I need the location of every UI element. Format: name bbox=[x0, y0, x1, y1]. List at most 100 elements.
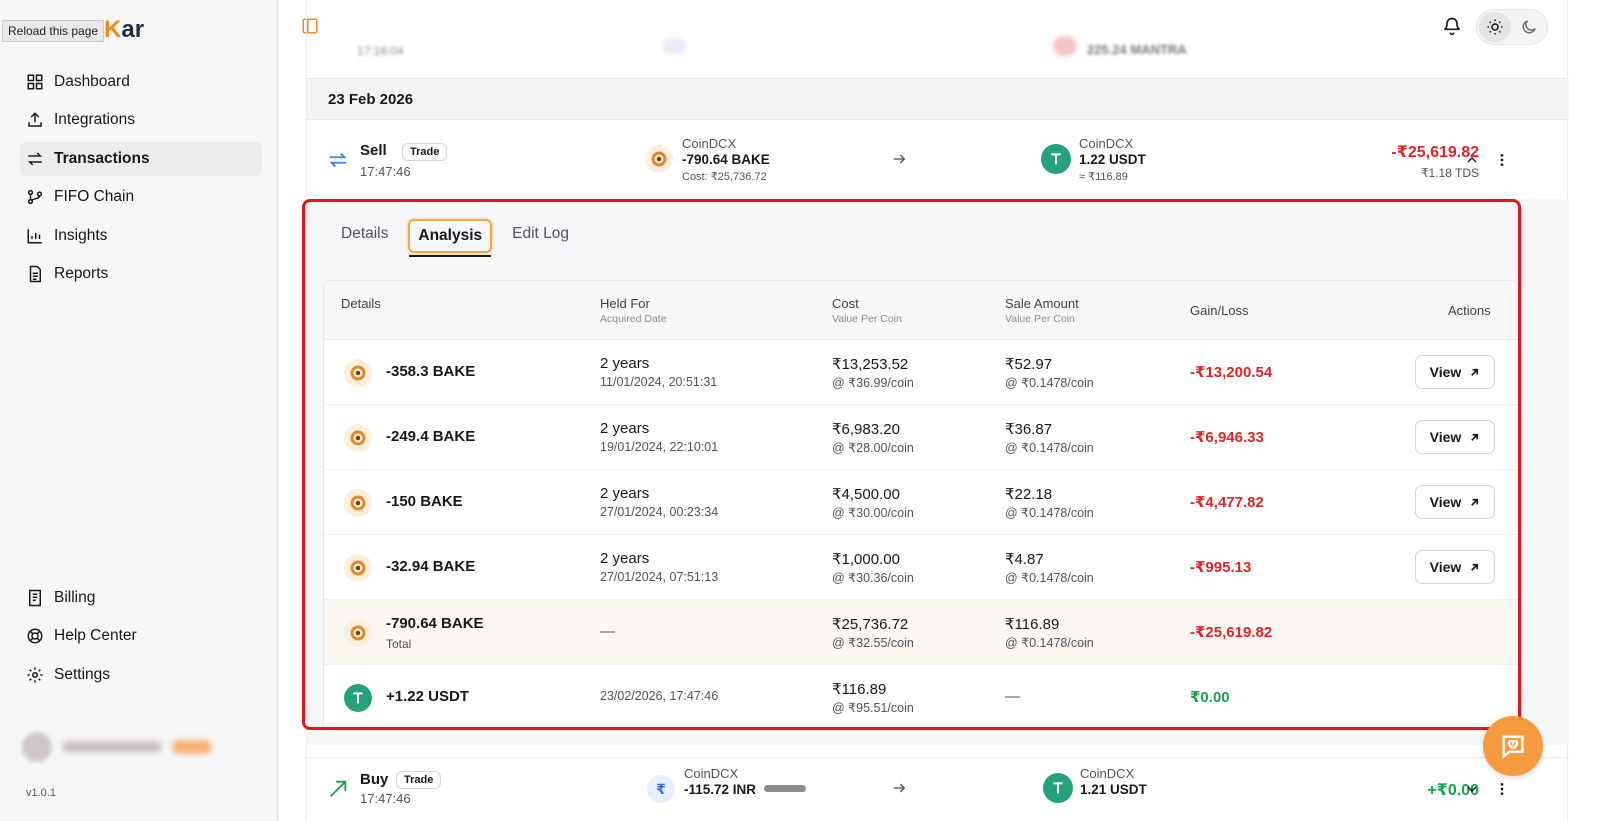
table-header: Details Held For Acquired Date Cost Valu… bbox=[324, 281, 1518, 340]
to-amount: 1.21 USDT bbox=[1080, 782, 1147, 797]
table-row-usdt: +1.22 USDT 23/02/2026, 17:47:46 ₹116.89 … bbox=[324, 665, 1518, 730]
tab-analysis[interactable]: Analysis bbox=[408, 219, 493, 257]
inr-coin-icon: ₹ bbox=[647, 775, 675, 803]
scroll-indicator[interactable] bbox=[764, 785, 806, 792]
sidebar-item-dashboard[interactable]: Dashboard bbox=[20, 65, 262, 99]
sidebar-item-integrations[interactable]: Integrations bbox=[20, 103, 262, 137]
bake-coin-icon bbox=[344, 619, 372, 647]
user-name-blurred bbox=[62, 741, 162, 753]
plan-badge-blurred bbox=[172, 740, 212, 754]
sidebar-item-label: Billing bbox=[54, 589, 96, 606]
user-profile-card[interactable] bbox=[22, 724, 258, 770]
sidebar-item-label: Reports bbox=[54, 265, 109, 282]
transaction-row-buy[interactable]: Buy Trade 17:47:46 ₹ CoinDCX -115.72 INR… bbox=[307, 757, 1569, 821]
app-logo[interactable]: Kar bbox=[104, 16, 144, 44]
table-row: -249.4 BAKE 2 years 19/01/2024, 22:10:01… bbox=[324, 405, 1518, 470]
sidebar-item-fifo-chain[interactable]: FIFO Chain bbox=[20, 180, 262, 214]
trend-up-icon bbox=[330, 780, 347, 797]
chat-support-button[interactable] bbox=[1483, 716, 1543, 776]
arrow-right-icon bbox=[893, 783, 906, 793]
external-arrow-icon bbox=[1471, 368, 1479, 376]
from-cost: Cost: ₹25,736.72 bbox=[682, 171, 767, 183]
external-arrow-icon bbox=[1471, 563, 1479, 571]
coin-icon bbox=[662, 38, 686, 54]
table-row: -358.3 BAKE 2 years 11/01/2024, 20:51:31… bbox=[324, 340, 1518, 405]
tab-details[interactable]: Details bbox=[333, 219, 396, 253]
usdt-coin-icon bbox=[1041, 144, 1071, 174]
to-amount: 1.22 USDT bbox=[1079, 152, 1146, 167]
tab-edit-log[interactable]: Edit Log bbox=[504, 219, 577, 253]
swap-arrows-icon bbox=[329, 152, 347, 168]
to-exchange: CoinDCX bbox=[1079, 136, 1134, 151]
transaction-expanded-panel: Details Analysis Edit Log Details Held F… bbox=[307, 199, 1569, 745]
bake-coin-icon bbox=[344, 489, 372, 517]
bar-chart-icon bbox=[27, 229, 42, 244]
document-icon bbox=[29, 265, 41, 283]
transaction-type: Buy bbox=[360, 771, 389, 788]
arrows-swap-icon bbox=[27, 152, 43, 166]
sidebar-item-label: Integrations bbox=[54, 111, 135, 128]
reload-tooltip: Reload this page bbox=[2, 20, 105, 42]
transaction-tds: ₹1.18 TDS bbox=[1420, 166, 1479, 180]
sidebar-item-settings[interactable]: Settings bbox=[20, 658, 262, 692]
view-button[interactable]: View bbox=[1415, 355, 1495, 389]
chevron-up-icon[interactable] bbox=[1464, 152, 1480, 168]
external-arrow-icon bbox=[1471, 433, 1479, 441]
transaction-type: Sell bbox=[360, 142, 387, 159]
sidebar-item-reports[interactable]: Reports bbox=[20, 257, 262, 291]
view-button[interactable]: View bbox=[1415, 420, 1495, 454]
from-exchange: CoinDCX bbox=[682, 136, 737, 151]
bake-coin-icon bbox=[344, 359, 372, 387]
coin-icon bbox=[1053, 36, 1077, 56]
bake-coin-icon bbox=[344, 424, 372, 452]
transaction-row-sell[interactable]: Sell Trade 17:47:46 CoinDCX -790.64 BAKE… bbox=[307, 121, 1569, 199]
main-content: 17:16:04 225.24 MANTRA 23 Feb 2026 Sell … bbox=[279, 0, 1600, 821]
analysis-table: Details Held For Acquired Date Cost Valu… bbox=[323, 280, 1519, 731]
transactions-list: 17:16:04 225.24 MANTRA 23 Feb 2026 Sell … bbox=[306, 0, 1569, 821]
transaction-time: 17:47:46 bbox=[360, 791, 411, 806]
sidebar-item-transactions[interactable]: Transactions bbox=[20, 142, 262, 176]
detail-tabs: Details Analysis Edit Log bbox=[333, 219, 577, 257]
sidebar: Reload this page Kar Dashboard Integrati… bbox=[0, 0, 278, 821]
sidebar-item-label: Transactions bbox=[54, 150, 150, 167]
usdt-coin-icon bbox=[344, 684, 372, 712]
from-amount: -115.72 INR bbox=[684, 782, 757, 797]
bake-coin-icon bbox=[645, 145, 673, 173]
arrow-right-icon bbox=[893, 154, 906, 164]
chat-heart-icon bbox=[1502, 735, 1524, 759]
external-arrow-icon bbox=[1471, 498, 1479, 506]
to-value: ≈ ₹116.89 bbox=[1079, 171, 1128, 183]
receipt-icon bbox=[29, 589, 41, 607]
usdt-coin-icon bbox=[1043, 773, 1073, 803]
view-button[interactable]: View bbox=[1415, 550, 1495, 584]
avatar bbox=[22, 732, 52, 762]
view-button[interactable]: View bbox=[1415, 485, 1495, 519]
sidebar-item-billing[interactable]: Billing bbox=[20, 581, 262, 615]
previous-transaction-row[interactable]: 17:16:04 225.24 MANTRA bbox=[307, 0, 1569, 60]
gear-icon bbox=[27, 667, 43, 683]
more-options-icon[interactable] bbox=[1494, 152, 1510, 168]
to-exchange: CoinDCX bbox=[1080, 766, 1135, 781]
app-version: v1.0.1 bbox=[26, 787, 56, 799]
sidebar-item-label: Settings bbox=[54, 666, 111, 683]
more-options-icon[interactable] bbox=[1494, 781, 1510, 797]
sidebar-item-label: Dashboard bbox=[54, 73, 130, 90]
from-amount: -790.64 BAKE bbox=[682, 152, 770, 167]
transaction-time: 17:47:46 bbox=[360, 164, 411, 179]
lifebuoy-icon bbox=[27, 628, 43, 644]
upload-icon bbox=[28, 112, 42, 127]
trade-badge: Trade bbox=[402, 143, 448, 161]
chevron-down-icon[interactable] bbox=[1464, 781, 1480, 797]
dashboard-icon bbox=[27, 74, 43, 90]
sidebar-item-help-center[interactable]: Help Center bbox=[20, 619, 262, 653]
sidebar-item-label: FIFO Chain bbox=[54, 188, 135, 205]
table-row: -150 BAKE 2 years 27/01/2024, 00:23:34 ₹… bbox=[324, 470, 1518, 535]
from-exchange: CoinDCX bbox=[684, 766, 739, 781]
git-branch-icon bbox=[27, 189, 43, 205]
sidebar-item-label: Help Center bbox=[54, 627, 137, 644]
bake-coin-icon bbox=[344, 554, 372, 582]
table-row-total: -790.64 BAKE Total — ₹25,736.72 @ ₹32.55… bbox=[324, 600, 1518, 665]
date-group-header: 23 Feb 2026 bbox=[307, 78, 1569, 120]
sidebar-item-label: Insights bbox=[54, 227, 108, 244]
sidebar-item-insights[interactable]: Insights bbox=[20, 219, 262, 253]
